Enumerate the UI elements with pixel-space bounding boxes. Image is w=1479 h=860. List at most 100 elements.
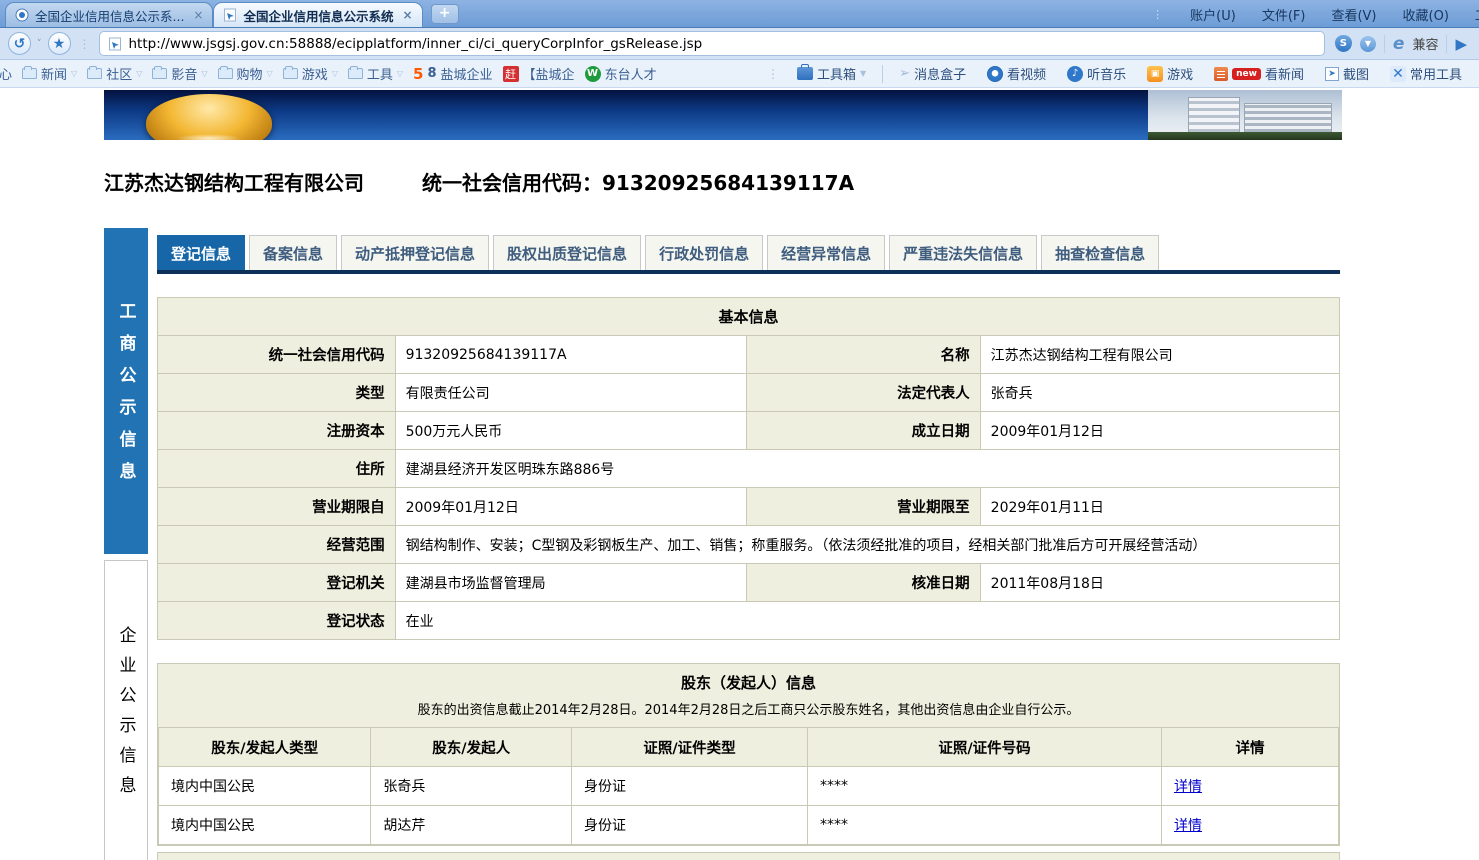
chevron-down-icon: ▽ xyxy=(397,69,403,78)
w-logo-icon: W xyxy=(585,66,601,82)
tab-chattel-mortgage-info[interactable]: 动产抵押登记信息 xyxy=(341,235,489,270)
field-value: 钢结构制作、安装；C型钢及彩钢板生产、加工、销售；称重服务。（依法须经批准的项目… xyxy=(395,526,1339,564)
menu-file[interactable]: 文件(F) xyxy=(1262,5,1306,24)
main-content: 登记信息 备案信息 动产抵押登记信息 股权出质登记信息 行政处罚信息 经营异常信… xyxy=(157,235,1340,860)
menu-account[interactable]: 账户(U) xyxy=(1190,5,1236,24)
toolbox-label: 工具箱 xyxy=(817,64,856,83)
detail-link[interactable]: 详情 xyxy=(1174,818,1202,834)
security-shield-icon[interactable]: S xyxy=(1335,35,1352,52)
bookmark-partial[interactable]: 心 xyxy=(0,64,17,83)
tab-close-icon[interactable]: × xyxy=(193,8,203,22)
field-value: 建湖县市场监督管理局 xyxy=(395,564,746,602)
new-tab-button[interactable]: + xyxy=(431,4,459,24)
video-icon xyxy=(987,66,1003,82)
browser-tab-1[interactable]: 全国企业信用信息公示系... × xyxy=(5,2,213,27)
games-button[interactable]: ▣游戏 xyxy=(1142,64,1198,83)
common-tools-button[interactable]: ✕常用工具 xyxy=(1385,64,1467,83)
basic-info-table: 基本信息 统一社会信用代码 91320925684139117A 名称 江苏杰达… xyxy=(157,297,1340,640)
tab-registration-info[interactable]: 登记信息 xyxy=(157,235,245,270)
bookmark-58-yancheng[interactable]: 58盐城企业 xyxy=(408,64,498,83)
field-label: 名称 xyxy=(746,336,980,374)
bookmark-folder-media[interactable]: 影音▽ xyxy=(147,64,212,83)
shareholder-type: 境内中国公民 xyxy=(159,767,371,806)
field-label: 注册资本 xyxy=(158,412,396,450)
tab-underline-bar xyxy=(157,270,1340,274)
sidebar-item-enterprise-publicity[interactable]: 企业公示信息 xyxy=(104,560,148,860)
bookmark-folder-games[interactable]: 游戏▽ xyxy=(278,64,343,83)
favorites-star-button[interactable]: ★ xyxy=(48,32,71,55)
browser-tab-2-active[interactable]: 全国企业信用信息公示系统 × xyxy=(213,2,422,27)
shareholder-type: 境内中国公民 xyxy=(159,806,371,845)
chevron-down-icon: ▽ xyxy=(332,69,338,78)
tab-serious-violation-info[interactable]: 严重违法失信信息 xyxy=(889,235,1037,270)
bookmark-folder-community[interactable]: 社区 ▽ xyxy=(82,64,147,83)
message-arrow-icon: ➢ xyxy=(899,66,910,81)
menu-view[interactable]: 查看(V) xyxy=(1331,5,1376,24)
field-label: 核准日期 xyxy=(746,564,980,602)
compat-mode-button[interactable]: 兼容 xyxy=(1412,34,1438,53)
company-name: 江苏杰达钢结构工程有限公司 xyxy=(104,167,364,196)
cert-number: **** xyxy=(807,806,1161,845)
bookmark-ganji[interactable]: 赶【盐城企 xyxy=(498,64,580,83)
tab-abnormal-operation-info[interactable]: 经营异常信息 xyxy=(767,235,885,270)
folder-icon xyxy=(22,68,37,79)
browser-window: 全国企业信用信息公示系... × 全国企业信用信息公示系统 × + ⋮ 账户(U… xyxy=(0,0,1479,860)
common-tools-label: 常用工具 xyxy=(1410,64,1462,83)
building-block xyxy=(1244,103,1332,133)
url-input[interactable]: http://www.jsgsj.gov.cn:58888/ecipplatfo… xyxy=(99,31,1325,56)
bookmark-label: 盐城企业 xyxy=(441,64,493,83)
tab-equity-pledge-info[interactable]: 股权出质登记信息 xyxy=(493,235,641,270)
tab-filing-info[interactable]: 备案信息 xyxy=(249,235,337,270)
column-header: 股东/发起人类型 xyxy=(159,728,371,767)
screenshot-label: 截图 xyxy=(1343,64,1369,83)
column-header: 股东/发起人 xyxy=(371,728,572,767)
toolbox-button[interactable]: 工具箱▼ xyxy=(792,64,871,83)
back-dropdown-icon[interactable]: ˅ xyxy=(37,39,42,49)
bookmark-folder-shopping[interactable]: 购物▽ xyxy=(213,64,278,83)
chevron-down-icon: ▽ xyxy=(71,69,77,78)
back-button[interactable]: ↺ xyxy=(8,32,31,55)
tab-title: 全国企业信用信息公示系统 xyxy=(243,6,393,25)
field-label: 法定代表人 xyxy=(746,374,980,412)
shareholder-name: 胡达芹 xyxy=(371,806,572,845)
tab-favicon-icon xyxy=(15,8,29,22)
bookmark-dongtai-talent[interactable]: W东台人才 xyxy=(580,64,662,83)
listen-music-button[interactable]: ♪听音乐 xyxy=(1062,64,1131,83)
tab-spot-check-info[interactable]: 抽查检查信息 xyxy=(1041,235,1159,270)
go-forward-icon[interactable]: ▶ xyxy=(1455,35,1467,53)
folder-icon xyxy=(283,68,298,79)
url-text: http://www.jsgsj.gov.cn:58888/ecipplatfo… xyxy=(129,36,703,52)
menu-tools[interactable]: 工具(T) xyxy=(1475,5,1479,24)
watch-video-button[interactable]: 看视频 xyxy=(982,64,1051,83)
credit-code: 统一社会信用代码：91320925684139117A xyxy=(422,167,854,196)
chevron-down-icon: ▽ xyxy=(136,69,142,78)
sidebar-item-gongshang-publicity[interactable]: 工商公示信息 xyxy=(104,228,148,554)
detail-link[interactable]: 详情 xyxy=(1174,779,1202,795)
download-dropdown-icon[interactable]: ▼ xyxy=(1360,36,1376,52)
bookmark-label: 社区 xyxy=(106,64,132,83)
field-value: 2011年08月18日 xyxy=(980,564,1339,602)
ganji-icon: 赶 xyxy=(503,66,519,82)
bookmark-folder-tools[interactable]: 工具 ▽ xyxy=(343,64,408,83)
screenshot-button[interactable]: ➤截图 xyxy=(1320,64,1374,83)
58-icon: 8 xyxy=(427,66,436,81)
menu-favorites[interactable]: 收藏(O) xyxy=(1403,5,1449,24)
tab-admin-penalty-info[interactable]: 行政处罚信息 xyxy=(645,235,763,270)
column-header: 证照/证件类型 xyxy=(571,728,807,767)
new-badge: new xyxy=(1232,68,1261,80)
toolbar-separator-dots: ⋮ xyxy=(767,67,779,81)
tab-favicon-icon xyxy=(223,8,237,22)
bookmark-folder-news[interactable]: 新闻▽ xyxy=(17,64,82,83)
cert-type: 身份证 xyxy=(571,806,807,845)
video-label: 看视频 xyxy=(1007,64,1046,83)
ie-compat-icon[interactable]: e xyxy=(1393,34,1405,54)
message-box-button[interactable]: ➢消息盒子 xyxy=(894,64,971,83)
read-news-button[interactable]: new看新闻 xyxy=(1209,64,1309,83)
gamepad-icon: ▣ xyxy=(1147,66,1163,82)
bookmark-label: 工具 xyxy=(367,64,393,83)
tab-close-icon[interactable]: × xyxy=(403,8,413,22)
field-value: 有限责任公司 xyxy=(395,374,746,412)
emblem-glow xyxy=(176,134,242,140)
bookmarks-bar: 心 新闻▽ 社区▽ 影音▽ 购物▽ 游戏▽ 工具▽ 58盐城企业 赶【盐城企 W… xyxy=(0,60,1479,88)
table-row: 境内中国公民 张奇兵 身份证 **** 详情 xyxy=(159,767,1339,806)
